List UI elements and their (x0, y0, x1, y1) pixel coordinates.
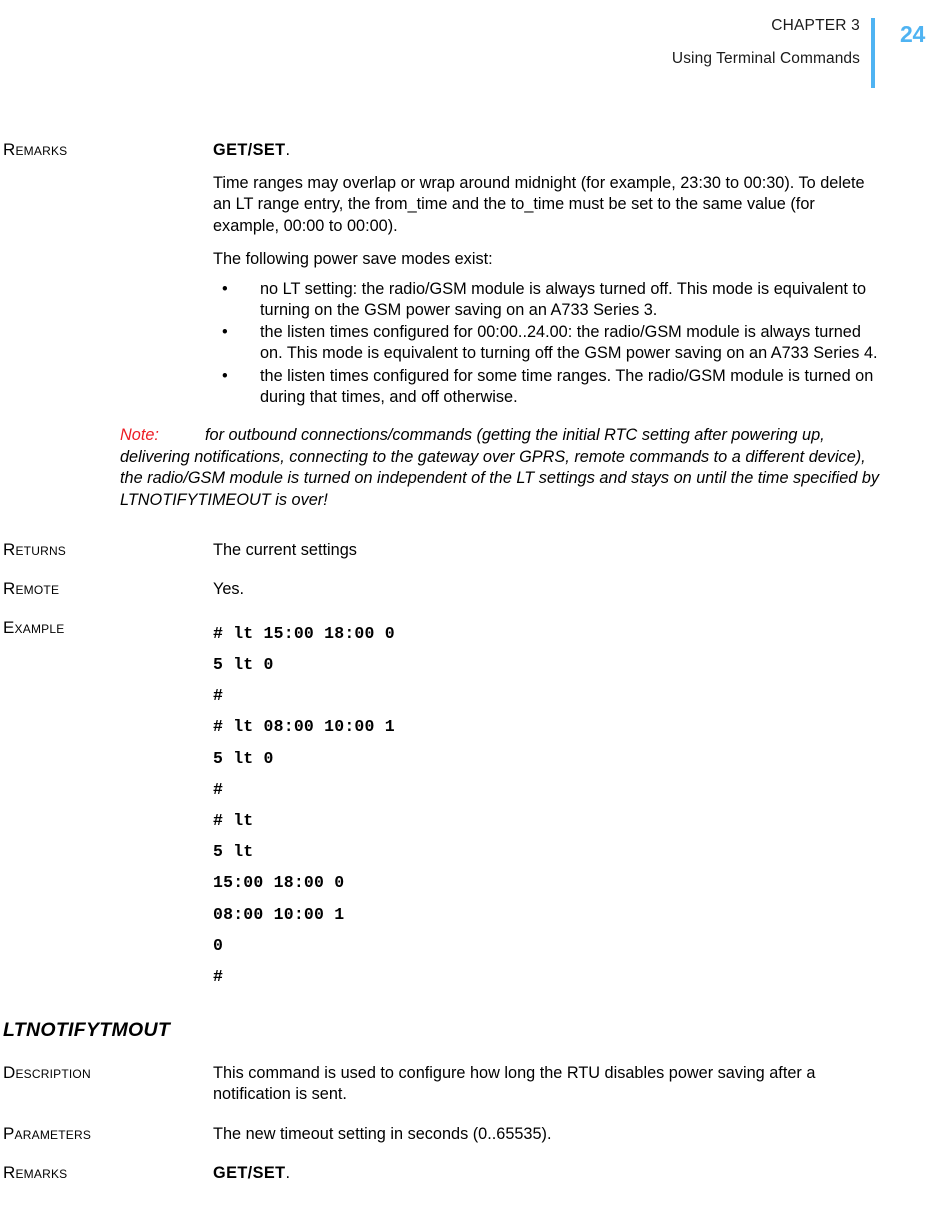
section-label-example: Example (3, 617, 65, 637)
section-remarks: Remarks GET/SET. Time ranges may overlap… (0, 140, 935, 408)
section-label-returns: Returns (3, 539, 67, 559)
section-description: Description This command is used to conf… (0, 1063, 935, 1105)
note-text: for outbound connections/commands (getti… (120, 425, 880, 509)
bullet-marker-icon: • (222, 366, 228, 385)
command-getset-suffix: . (285, 141, 290, 159)
terminal-line: # lt 15:00 18:00 0 (213, 623, 395, 643)
section-label-description: Description (3, 1063, 91, 1083)
list-item: • the listen times configured for 00:00.… (213, 322, 883, 364)
section-body-remarks: GET/SET. Time ranges may overlap or wrap… (213, 140, 883, 408)
list-item: • no LT setting: the radio/GSM module is… (213, 279, 883, 321)
section-body-parameters: The new timeout setting in seconds (0..6… (213, 1124, 883, 1145)
parameters-text: The new timeout setting in seconds (0..6… (213, 1124, 552, 1143)
section-label-remarks: Remarks (3, 140, 68, 159)
page-title: LTNOTIFYTMOUT (3, 1019, 171, 1042)
note-callout: Note: for outbound connections/commands … (120, 425, 885, 512)
section-label-parameters: Parameters (3, 1123, 92, 1143)
terminal-line: 08:00 10:00 1 (213, 904, 345, 924)
terminal-line: 0 (213, 935, 224, 955)
bullet-marker-icon: • (222, 279, 228, 298)
terminal-line: 5 lt 0 (213, 655, 274, 675)
page-number: 24 (900, 21, 925, 47)
command-getset-bottom: GET/SET (213, 1163, 286, 1182)
list-item-label: the listen times configured for some tim… (260, 366, 874, 406)
terminal-line: # (213, 779, 224, 799)
header-divider-rule (871, 18, 875, 88)
header-chapter: CHAPTER 3 (771, 17, 860, 34)
remarks-command-line: GET/SET. (213, 140, 883, 161)
terminal-line: # (213, 966, 224, 986)
header-subtitle: Using Terminal Commands (671, 49, 860, 67)
terminal-line: # lt 08:00 10:00 1 (213, 717, 395, 737)
remarks-paragraph-1: Time ranges may overlap or wrap around m… (213, 174, 865, 235)
description-text: This command is used to configure how lo… (213, 1064, 816, 1104)
section-body-remarks-bottom: GET/SET. (213, 1163, 883, 1184)
example-terminal-output: # lt 15:00 18:00 0 5 lt 0 # # lt 08:00 1… (213, 618, 883, 992)
terminal-line: 15:00 18:00 0 (213, 873, 345, 893)
note-label: Note: (120, 425, 159, 444)
terminal-line: # lt (213, 811, 254, 831)
returns-text: The current settings (213, 540, 357, 559)
section-parameters: Parameters The new timeout setting in se… (0, 1124, 935, 1145)
terminal-line: 5 lt 0 (213, 748, 274, 768)
section-body-returns: The current settings (213, 540, 883, 561)
list-item-label: no LT setting: the radio/GSM module is a… (260, 279, 867, 320)
remarks-bottom-command-line: GET/SET. (213, 1163, 883, 1184)
section-remote: Remote Yes. (0, 579, 935, 600)
command-getset: GET/SET (213, 141, 286, 159)
header-text-block: CHAPTER 3 Using Terminal Commands (672, 18, 860, 66)
section-remarks-bottom: Remarks GET/SET. (0, 1163, 935, 1184)
page-header: CHAPTER 3 Using Terminal Commands 24 (0, 18, 935, 90)
page-content: Remarks GET/SET. Time ranges may overlap… (0, 140, 935, 1184)
section-returns: Returns The current settings (0, 540, 935, 561)
section-body-example: # lt 15:00 18:00 0 5 lt 0 # # lt 08:00 1… (213, 618, 883, 992)
section-label-remote: Remote (3, 578, 60, 598)
command-getset-bottom-suffix: . (285, 1163, 290, 1182)
terminal-line: # (213, 686, 224, 706)
section-example: Example # lt 15:00 18:00 0 5 lt 0 # # lt… (0, 618, 935, 992)
section-body-remote: Yes. (213, 579, 883, 600)
bullet-marker-icon: • (222, 323, 228, 342)
list-item: • the listen times configured for some t… (213, 366, 883, 408)
terminal-line: 5 lt (213, 842, 254, 862)
section-body-description: This command is used to configure how lo… (213, 1063, 883, 1105)
remarks-paragraph-2: The following power save modes exist: (213, 249, 493, 268)
section-label-remarks-bottom: Remarks (3, 1162, 68, 1182)
list-item-label: the listen times configured for 00:00..2… (260, 323, 878, 363)
power-save-modes-list: • no LT setting: the radio/GSM module is… (213, 279, 883, 408)
remote-text: Yes. (213, 579, 245, 598)
